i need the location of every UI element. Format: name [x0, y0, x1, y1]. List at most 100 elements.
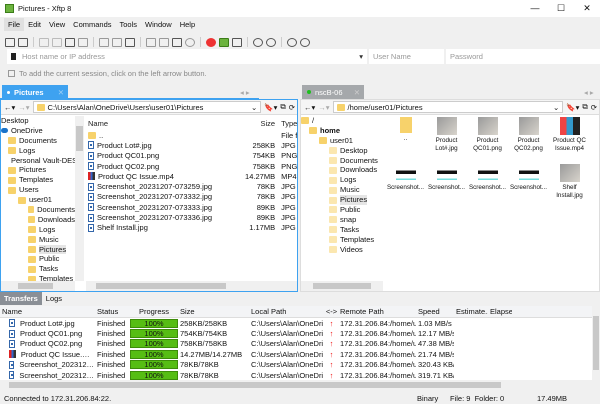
remote-file-item[interactable]: Shelf Install.jpg	[549, 164, 590, 211]
back-icon[interactable]: ←▾	[4, 103, 15, 112]
column-header[interactable]: Speed	[416, 307, 454, 316]
tab-local-pictures[interactable]: Pictures ✕	[2, 85, 68, 99]
download-icon[interactable]	[112, 38, 122, 47]
file-row[interactable]: Screenshot_20231207-073336.jpg89KBJPG F	[86, 212, 297, 222]
tree-horizontal-scrollbar[interactable]	[301, 281, 383, 291]
tree-item[interactable]: Users	[1, 185, 75, 195]
file-row[interactable]: Screenshot_20231207-073332.jpg78KBJPG F	[86, 192, 297, 202]
menu-commands[interactable]: Commands	[69, 18, 115, 31]
remote-file-item[interactable]: Screenshot...	[426, 164, 467, 211]
tree-item[interactable]: OneDrive	[1, 126, 75, 136]
menu-window[interactable]: Window	[141, 18, 176, 31]
tree-item[interactable]: Templates	[1, 175, 75, 185]
bookmark-icon[interactable]: 🔖▾	[264, 103, 277, 112]
menu-edit[interactable]: Edit	[24, 18, 45, 31]
bookmark-icon[interactable]: 🔖▾	[566, 103, 579, 112]
tree-item[interactable]: Music	[1, 235, 75, 245]
tree-item[interactable]: Documents	[1, 205, 75, 215]
transfers-vertical-scrollbar[interactable]	[592, 306, 600, 380]
menu-help[interactable]: Help	[176, 18, 199, 31]
copy-icon[interactable]	[146, 38, 156, 47]
new-session-icon[interactable]	[5, 38, 15, 47]
refresh-icon[interactable]: ⟳	[591, 103, 597, 112]
remote-file-item[interactable]: Product QC02.png	[508, 117, 549, 164]
username-input[interactable]: User Name	[369, 49, 444, 64]
connect-icon[interactable]	[39, 38, 49, 47]
forward-icon[interactable]: →▾	[18, 103, 29, 112]
file-row[interactable]: ..File fo	[86, 130, 297, 140]
maximize-button[interactable]: ☐	[548, 0, 574, 17]
timer-icon[interactable]	[253, 38, 263, 47]
remote-file-item[interactable]: Screenshot...	[508, 164, 549, 211]
tree-item[interactable]: Downloads	[301, 165, 383, 175]
back-icon[interactable]: ←▾	[304, 103, 315, 112]
tree-item[interactable]: /	[301, 116, 383, 126]
tree-item[interactable]: Music	[301, 185, 383, 195]
tree-item[interactable]: snap	[301, 215, 383, 225]
list-view-icon[interactable]	[172, 38, 182, 47]
column-header[interactable]: Remote Path	[338, 307, 416, 316]
column-header[interactable]: Name	[0, 307, 95, 316]
minimize-button[interactable]: —	[522, 0, 548, 17]
file-row[interactable]: Screenshot_20231207-073259.jpg78KBJPG F	[86, 181, 297, 191]
file-row[interactable]: Product QC Issue.mp414.27MBMP4	[86, 171, 297, 181]
transfer-row[interactable]: Product QC Issue.mp4Finished100%14.27MB/…	[0, 349, 592, 359]
tree-item[interactable]: Pictures	[1, 245, 75, 255]
tree-item[interactable]: Tasks	[1, 264, 75, 274]
chat-icon[interactable]	[300, 38, 310, 47]
remote-path-input[interactable]: /home/user01/Pictures⌄	[333, 101, 564, 113]
menu-view[interactable]: View	[45, 18, 69, 31]
close-tab-icon[interactable]: ✕	[58, 88, 64, 97]
tree-item[interactable]: Logs	[301, 175, 383, 185]
file-row[interactable]: Screenshot_20231207-073333.jpg89KBJPG F	[86, 202, 297, 212]
column-header[interactable]: Status	[95, 307, 128, 316]
tree-item[interactable]: Pictures	[1, 165, 75, 175]
xshell-icon[interactable]	[206, 38, 216, 47]
column-header-size[interactable]: Size	[235, 119, 275, 128]
menu-file[interactable]: File	[4, 18, 24, 31]
close-tab-icon[interactable]: ✕	[354, 88, 360, 97]
add-session-icon[interactable]	[8, 70, 15, 77]
tab-transfers[interactable]: Transfers	[0, 292, 42, 305]
column-header[interactable]: Size	[178, 307, 249, 316]
column-header-type[interactable]: Type	[275, 119, 297, 128]
column-header[interactable]: Progress	[128, 307, 178, 316]
file-row[interactable]: Product Lot#.jpg258KBJPG F	[86, 140, 297, 150]
file-row[interactable]: Product QC01.png754KBPNG	[86, 151, 297, 161]
remote-file-item[interactable]: Product Lot#.jpg	[426, 117, 467, 164]
host-input[interactable]: Host name or IP address ▾	[7, 49, 367, 64]
column-header[interactable]: <->	[323, 307, 338, 316]
menu-tools[interactable]: Tools	[116, 18, 142, 31]
close-button[interactable]: ✕	[574, 0, 600, 17]
column-header[interactable]: Local Path	[249, 307, 323, 316]
sync-icon[interactable]	[125, 38, 135, 47]
tab-scroll-arrows[interactable]: ◂ ▸	[584, 88, 594, 97]
column-header[interactable]: Elapsed T...	[488, 307, 512, 316]
remote-file-item[interactable]: Product QC Issue.mp4	[549, 117, 590, 164]
chevron-down-icon[interactable]: ▾	[359, 52, 363, 61]
open-session-icon[interactable]	[18, 38, 28, 47]
remote-file-item[interactable]: ..	[385, 117, 426, 164]
new-window-icon[interactable]	[65, 38, 75, 47]
tree-item[interactable]: Templates	[301, 235, 383, 245]
local-path-input[interactable]: C:\Users\Alan\OneDrive\Users\user01\Pict…	[33, 101, 262, 113]
new-folder-icon[interactable]: ⧉	[582, 102, 587, 112]
xftp-icon[interactable]	[219, 38, 229, 47]
help-icon[interactable]	[287, 38, 297, 47]
tree-item[interactable]: Desktop	[1, 116, 75, 126]
file-row[interactable]: Shelf Install.jpg1.17MBJPG F	[86, 223, 297, 233]
tree-item[interactable]: Pictures	[301, 195, 383, 205]
tree-item[interactable]: Downloads	[1, 215, 75, 225]
tab-scroll-arrows[interactable]: ◂ ▸	[240, 88, 250, 97]
remote-file-item[interactable]: Screenshot...	[467, 164, 508, 211]
globe-icon[interactable]	[185, 38, 195, 47]
transfer-row[interactable]: Product QC02.pngFinished100%758KB/758KBC…	[0, 339, 592, 349]
tree-item[interactable]: Public	[1, 254, 75, 264]
file-horizontal-scrollbar[interactable]	[86, 281, 297, 291]
tree-item[interactable]: Personal Vault-DES	[1, 156, 75, 166]
disconnect-icon[interactable]	[52, 38, 62, 47]
tree-item[interactable]: user01	[301, 136, 383, 146]
forward-icon[interactable]: →▾	[318, 103, 329, 112]
refresh-icon[interactable]: ⟳	[289, 103, 295, 112]
tree-item[interactable]: Templates	[1, 274, 75, 281]
